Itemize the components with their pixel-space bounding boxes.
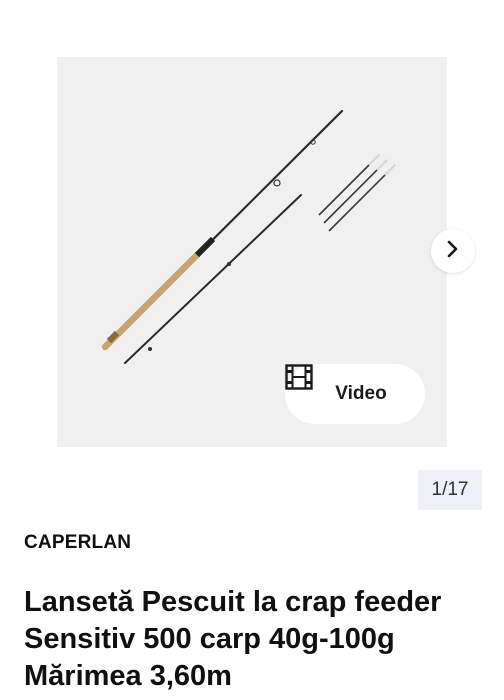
product-gallery: Video 1/17 [0,0,504,510]
chevron-right-icon [445,239,461,264]
video-button[interactable]: Video [285,364,425,424]
next-image-button[interactable] [431,229,475,273]
product-image[interactable]: Video [57,57,447,447]
product-brand[interactable]: CAPERLAN [24,532,131,554]
product-title: Lansetă Pescuit la crap feeder Sensitiv … [24,586,442,692]
video-label: Video [335,383,387,404]
image-counter: 1/17 [418,470,482,510]
